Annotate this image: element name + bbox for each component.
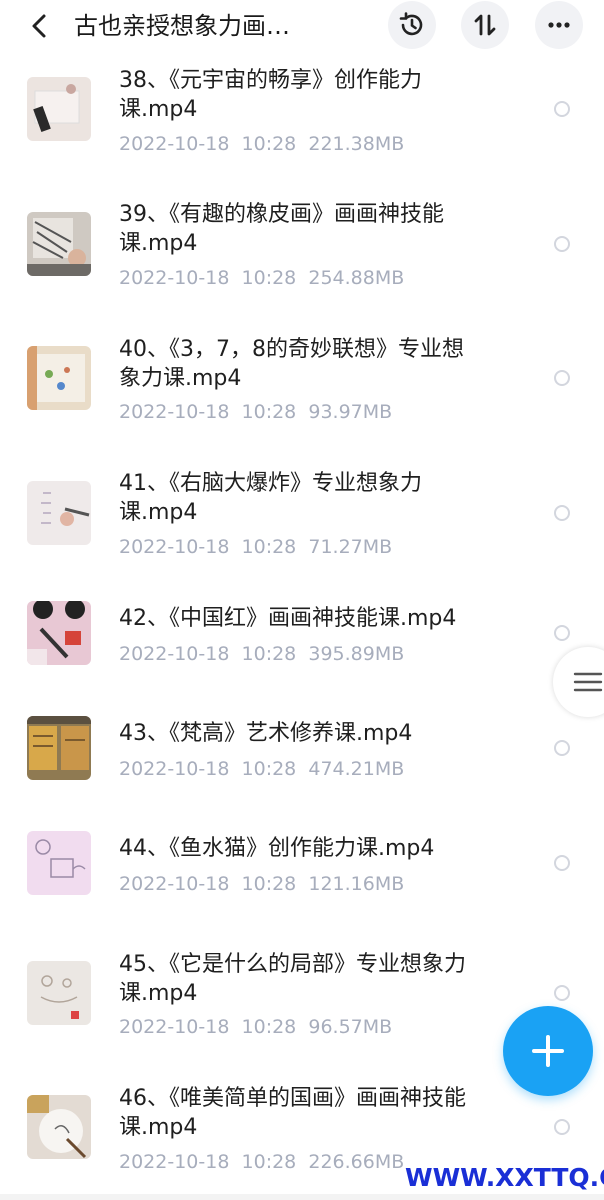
file-size: 96.57MB (308, 1016, 393, 1038)
file-size: 93.97MB (308, 401, 393, 423)
video-thumbnail (27, 831, 91, 895)
file-date: 2022-10-18 (119, 758, 230, 780)
select-radio[interactable] (554, 740, 570, 756)
file-name: 44、《鱼水猫》创作能力课.mp4 (119, 836, 435, 861)
file-name-cont: 课.mp4 (119, 981, 198, 1006)
select-radio[interactable] (554, 101, 570, 117)
file-size: 395.89MB (308, 643, 405, 665)
file-name-cont: 课.mp4 (119, 500, 198, 525)
video-thumbnail (27, 481, 91, 545)
bottom-edge (0, 1194, 604, 1200)
page-title: 古也亲授想象力画… (74, 12, 290, 40)
select-radio[interactable] (554, 985, 570, 1001)
file-time: 10:28 (241, 267, 297, 289)
file-name: 42、《中国红》画画神技能课.mp4 (119, 606, 457, 631)
video-thumbnail (27, 716, 91, 780)
file-date: 2022-10-18 (119, 1151, 230, 1173)
file-time: 10:28 (241, 873, 297, 895)
file-name: 45、《它是什么的局部》专业想象力 (119, 952, 466, 977)
menu-lines-icon (573, 672, 603, 692)
video-thumbnail (27, 601, 91, 665)
sort-icon (474, 14, 496, 36)
file-time: 10:28 (241, 536, 297, 558)
file-name: 41、《右脑大爆炸》专业想象力 (119, 471, 422, 496)
file-name: 43、《梵高》艺术修养课.mp4 (119, 721, 413, 746)
file-date: 2022-10-18 (119, 536, 230, 558)
file-name: 40、《3，7，8的奇妙联想》专业想 (119, 337, 464, 362)
file-size: 121.16MB (308, 873, 405, 895)
file-list-screen: 38、《元宇宙的畅享》创作能力 课.mp4 2022-10-18 10:28 22… (0, 0, 604, 1200)
file-size: 71.27MB (308, 536, 393, 558)
file-time: 10:28 (241, 758, 297, 780)
back-button[interactable] (26, 8, 54, 44)
video-thumbnail (27, 961, 91, 1025)
watermark: WWW.XXTTQ.COM (405, 1163, 604, 1192)
file-time: 10:28 (241, 643, 297, 665)
select-radio[interactable] (554, 1119, 570, 1135)
file-name-cont: 课.mp4 (119, 231, 198, 256)
file-time: 10:28 (241, 1151, 297, 1173)
file-time: 10:28 (241, 1016, 297, 1038)
top-bar: 古也亲授想象力画… (0, 0, 604, 52)
file-name-cont: 课.mp4 (119, 1115, 198, 1140)
select-radio[interactable] (554, 236, 570, 252)
chevron-left-icon (32, 14, 46, 38)
file-size: 254.88MB (308, 267, 405, 289)
file-date: 2022-10-18 (119, 267, 230, 289)
more-button[interactable] (535, 1, 583, 49)
file-date: 2022-10-18 (119, 401, 230, 423)
file-size: 221.38MB (308, 133, 405, 155)
file-name: 38、《元宇宙的畅享》创作能力 (119, 68, 422, 93)
more-dots-icon (548, 22, 570, 28)
file-list[interactable]: 38、《元宇宙的畅享》创作能力 课.mp4 2022-10-18 10:28 22… (0, 0, 604, 1200)
select-radio[interactable] (554, 505, 570, 521)
file-date: 2022-10-18 (119, 133, 230, 155)
video-thumbnail (27, 77, 91, 141)
video-thumbnail (27, 346, 91, 410)
file-size: 474.21MB (308, 758, 405, 780)
history-icon (399, 12, 423, 36)
file-time: 10:28 (241, 401, 297, 423)
history-button[interactable] (388, 1, 436, 49)
file-date: 2022-10-18 (119, 1016, 230, 1038)
plus-icon (532, 1035, 564, 1067)
file-name-cont: 课.mp4 (119, 97, 198, 122)
select-radio[interactable] (554, 855, 570, 871)
file-date: 2022-10-18 (119, 873, 230, 895)
file-name: 39、《有趣的橡皮画》画画神技能 (119, 202, 444, 227)
file-date: 2022-10-18 (119, 643, 230, 665)
file-size: 226.66MB (308, 1151, 405, 1173)
add-button[interactable] (503, 1006, 593, 1096)
file-name: 46、《唯美简单的国画》画画神技能 (119, 1086, 466, 1111)
file-name-cont: 象力课.mp4 (119, 366, 242, 391)
select-radio[interactable] (554, 370, 570, 386)
video-thumbnail (27, 212, 91, 276)
video-thumbnail (27, 1095, 91, 1159)
select-radio[interactable] (554, 625, 570, 641)
file-time: 10:28 (241, 133, 297, 155)
sort-button[interactable] (461, 1, 509, 49)
